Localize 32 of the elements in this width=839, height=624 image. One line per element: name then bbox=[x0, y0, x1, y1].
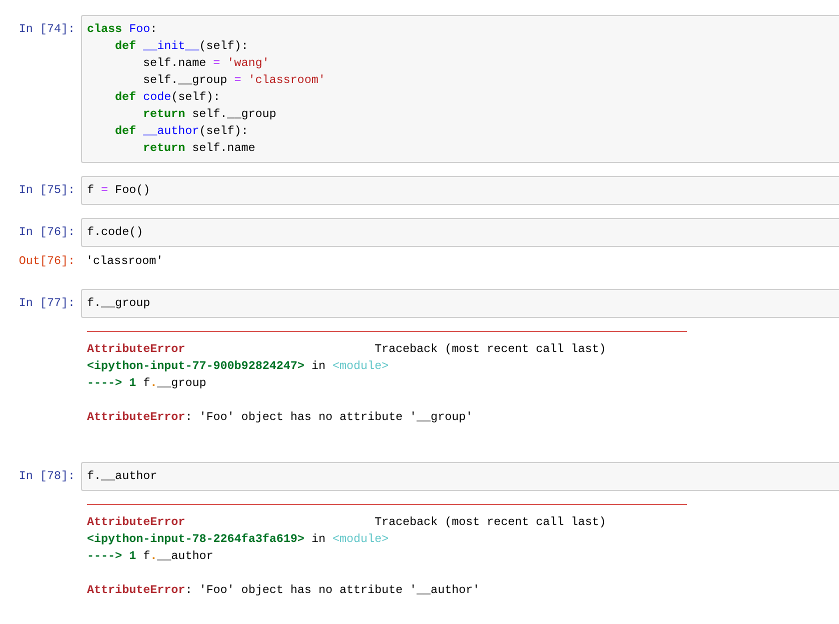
input-prompt: In [76]: bbox=[18, 224, 76, 241]
code-input-area[interactable]: f.code() bbox=[81, 218, 839, 247]
code-line: return self.name bbox=[143, 140, 256, 157]
traceback-line: <ipython-input-77-900b92824247> in <module> bbox=[87, 358, 390, 375]
code-line: self.name = 'wang' bbox=[143, 55, 270, 72]
input-prompt: In [74]: bbox=[18, 21, 76, 38]
code-line: f.code() bbox=[87, 224, 144, 241]
output-text: 'classroom' bbox=[85, 253, 164, 270]
input-prompt: In [75]: bbox=[18, 182, 76, 199]
code-line: f.__author bbox=[87, 468, 158, 485]
traceback-line: AttributeError Traceback (most recent call last) bbox=[87, 514, 608, 531]
code-line: class Foo: bbox=[87, 21, 158, 38]
traceback-line: ----> 1 f.__author bbox=[87, 548, 214, 565]
code-input-area[interactable]: f = Foo() bbox=[81, 176, 839, 205]
code-input-area[interactable]: f.__author bbox=[81, 462, 839, 491]
code-line: f = Foo() bbox=[87, 182, 152, 199]
code-line: def code(self): bbox=[115, 89, 222, 106]
code-line: self.__group = 'classroom' bbox=[143, 72, 326, 89]
input-prompt: In [78]: bbox=[18, 468, 76, 485]
traceback-line: <ipython-input-78-2264fa3fa619> in <module> bbox=[87, 531, 390, 548]
code-input-area[interactable]: class Foo: def __init__(self): self.name = 'wang' self.__group = 'classroom' def code(self): return self.__group def __author(self): return self.name bbox=[81, 15, 839, 163]
code-line: def __init__(self): bbox=[115, 38, 250, 55]
code-line: f.__group bbox=[87, 295, 152, 312]
error-message: AttributeError: 'Foo' object has no attribute '__group' bbox=[87, 409, 474, 426]
traceback-line: AttributeError Traceback (most recent call last) bbox=[87, 341, 608, 358]
output-prompt: Out[76]: bbox=[18, 253, 76, 270]
code-line: def __author(self): bbox=[115, 123, 250, 140]
error-message: AttributeError: 'Foo' object has no attribute '__author' bbox=[87, 582, 481, 599]
traceback-line: ----> 1 f.__group bbox=[87, 375, 208, 392]
code-line: return self.__group bbox=[143, 106, 278, 123]
code-input-area[interactable]: f.__group bbox=[81, 289, 839, 318]
input-prompt: In [77]: bbox=[18, 295, 76, 312]
